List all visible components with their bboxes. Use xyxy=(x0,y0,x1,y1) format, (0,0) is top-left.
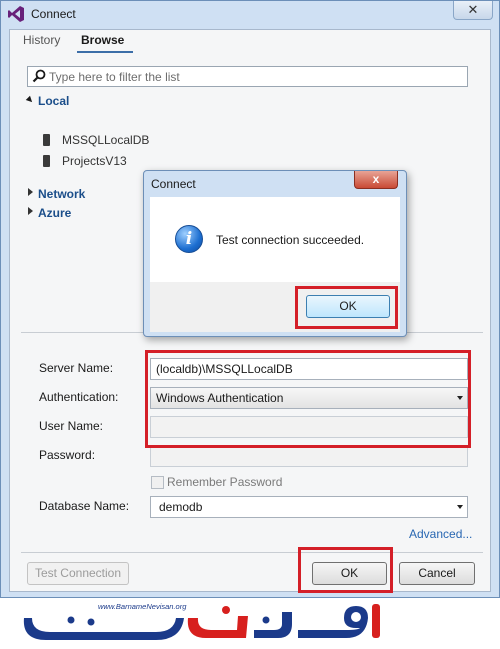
database-name-value: demodb xyxy=(159,500,203,514)
tree-node-local[interactable]: Local xyxy=(38,94,69,108)
password-field[interactable] xyxy=(150,445,468,467)
active-tab-indicator xyxy=(77,51,133,53)
authentication-label: Authentication: xyxy=(39,390,119,404)
test-connection-button[interactable]: Test Connection xyxy=(27,562,129,585)
remember-password-checkbox[interactable] xyxy=(151,476,164,489)
tab-browse[interactable]: Browse xyxy=(81,33,124,47)
window-title: Connect xyxy=(31,7,76,21)
search-icon xyxy=(32,69,46,83)
server-icon xyxy=(43,155,50,167)
password-label: Password: xyxy=(39,448,96,462)
advanced-link[interactable]: Advanced... xyxy=(409,527,472,541)
visual-studio-logo-icon xyxy=(8,6,24,22)
message-text: Test connection succeeded. xyxy=(216,233,365,247)
tree-item-projectsv13[interactable]: ProjectsV13 xyxy=(62,154,127,168)
watermark-url: www.BarnameNevisan.org xyxy=(98,602,187,611)
tree-item-mssqllocaldb[interactable]: MSSQLLocalDB xyxy=(62,133,149,147)
user-name-label: User Name: xyxy=(39,419,104,433)
footer-divider xyxy=(21,552,483,553)
remember-password-label[interactable]: Remember Password xyxy=(167,475,282,489)
filter-box[interactable] xyxy=(27,66,468,87)
chevron-down-icon xyxy=(457,505,463,509)
tab-history[interactable]: History xyxy=(23,33,60,47)
server-icon xyxy=(43,134,50,146)
window-close-button[interactable]: ✕ xyxy=(453,1,493,20)
tree-node-network[interactable]: Network xyxy=(38,187,85,201)
message-ok-highlight xyxy=(295,286,398,329)
title-bar[interactable]: Connect ✕ xyxy=(1,1,499,29)
server-name-label: Server Name: xyxy=(39,361,114,375)
collapsed-arrow-icon[interactable] xyxy=(28,188,33,196)
info-icon: i xyxy=(175,225,203,253)
message-box-close-button[interactable]: x xyxy=(354,171,398,189)
barnamenevisan-logo: www.BarnameNevisan.org xyxy=(23,602,380,640)
ok-button-highlight xyxy=(298,547,393,593)
filter-input[interactable] xyxy=(49,69,449,84)
database-name-label: Database Name: xyxy=(39,499,130,513)
cancel-button[interactable]: Cancel xyxy=(399,562,475,585)
collapsed-arrow-icon[interactable] xyxy=(28,207,33,215)
message-box-title: Connect xyxy=(151,177,196,191)
database-name-select[interactable]: demodb xyxy=(150,496,468,518)
tree-node-azure[interactable]: Azure xyxy=(38,206,71,220)
connection-fields-highlight xyxy=(145,350,471,448)
